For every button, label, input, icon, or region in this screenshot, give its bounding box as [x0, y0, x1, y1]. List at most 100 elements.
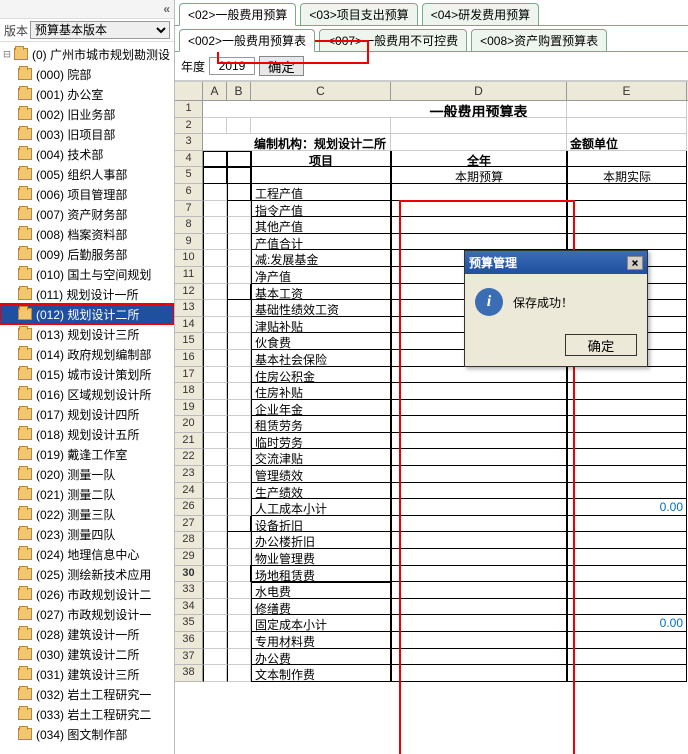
cell[interactable]	[227, 433, 251, 450]
cell[interactable]	[227, 101, 251, 118]
column-header[interactable]: E	[567, 82, 687, 100]
cell[interactable]	[227, 532, 251, 549]
item-name[interactable]: 场地租赁费	[251, 566, 391, 583]
item-name[interactable]: 临时劳务	[251, 433, 391, 450]
tab[interactable]: <002>一般费用预算表	[179, 29, 315, 52]
row-number[interactable]: 37	[175, 649, 203, 666]
tree-item[interactable]: (027) 市政规划设计一	[0, 604, 174, 624]
row-number[interactable]: 30	[175, 566, 203, 583]
item-name[interactable]: 设备折旧	[251, 516, 391, 533]
cell[interactable]	[567, 383, 687, 400]
cell[interactable]	[567, 449, 687, 466]
row-number[interactable]: 4	[175, 151, 203, 168]
tree-item[interactable]: (034) 图文制作部	[0, 724, 174, 744]
item-name[interactable]: 交流津贴	[251, 449, 391, 466]
cell[interactable]	[391, 549, 567, 566]
cell[interactable]	[203, 566, 227, 583]
row-number[interactable]: 7	[175, 201, 203, 218]
tree-item[interactable]: (019) 戴逢工作室	[0, 444, 174, 464]
cell[interactable]	[567, 367, 687, 384]
cell[interactable]	[203, 466, 227, 483]
row-number[interactable]: 28	[175, 532, 203, 549]
cell[interactable]	[567, 632, 687, 649]
tree-item[interactable]: (012) 规划设计二所	[0, 304, 174, 324]
cell[interactable]	[203, 499, 227, 516]
tree-item[interactable]: (006) 项目管理部	[0, 184, 174, 204]
cell[interactable]	[391, 118, 567, 135]
row-number[interactable]: 38	[175, 665, 203, 682]
cell[interactable]	[203, 367, 227, 384]
cell[interactable]	[227, 151, 251, 168]
cell[interactable]	[567, 151, 687, 168]
row-number[interactable]: 9	[175, 234, 203, 251]
row-number[interactable]: 19	[175, 400, 203, 417]
column-header[interactable]: B	[227, 82, 251, 100]
cell[interactable]	[391, 433, 567, 450]
item-name[interactable]: 其他产值	[251, 217, 391, 234]
tree-item[interactable]: (025) 测绘新技术应用	[0, 564, 174, 584]
year-input[interactable]	[209, 57, 255, 75]
column-header[interactable]: A	[203, 82, 227, 100]
org-label[interactable]: 编制机构：规划设计二所	[251, 134, 391, 151]
year-confirm-button[interactable]: 确定	[259, 56, 304, 76]
cell[interactable]	[391, 134, 567, 151]
cell[interactable]	[227, 383, 251, 400]
cell[interactable]	[227, 483, 251, 500]
tree-item[interactable]: (021) 测量二队	[0, 484, 174, 504]
item-name[interactable]: 产值合计	[251, 234, 391, 251]
cell[interactable]	[567, 649, 687, 666]
cell[interactable]	[203, 134, 227, 151]
cell[interactable]	[227, 582, 251, 599]
cell[interactable]	[391, 234, 567, 251]
row-number[interactable]: 13	[175, 300, 203, 317]
cell[interactable]	[203, 184, 227, 201]
dialog-close-button[interactable]: ×	[627, 256, 643, 270]
cell[interactable]	[203, 167, 227, 184]
cell[interactable]	[567, 234, 687, 251]
item-name[interactable]: 伙食费	[251, 333, 391, 350]
item-name[interactable]: 基本社会保险	[251, 350, 391, 367]
cell[interactable]	[227, 317, 251, 334]
row-number[interactable]: 24	[175, 483, 203, 500]
column-header[interactable]: C	[251, 82, 391, 100]
row-number[interactable]: 21	[175, 433, 203, 450]
cell[interactable]	[567, 466, 687, 483]
cell[interactable]	[227, 400, 251, 417]
cell[interactable]	[203, 615, 227, 632]
cell[interactable]	[203, 416, 227, 433]
cell[interactable]	[391, 566, 567, 583]
cell[interactable]	[227, 267, 251, 284]
cell[interactable]	[567, 217, 687, 234]
cell[interactable]	[203, 300, 227, 317]
cell[interactable]	[567, 483, 687, 500]
tree-item[interactable]: (016) 区域规划设计所	[0, 384, 174, 404]
cell[interactable]	[203, 317, 227, 334]
item-name[interactable]: 基本工资	[251, 284, 391, 301]
item-name[interactable]: 指令产值	[251, 201, 391, 218]
cell[interactable]	[203, 549, 227, 566]
row-number[interactable]: 11	[175, 267, 203, 284]
item-name[interactable]: 办公费	[251, 649, 391, 666]
cell[interactable]	[227, 649, 251, 666]
row-number[interactable]: 14	[175, 317, 203, 334]
row-number[interactable]: 36	[175, 632, 203, 649]
cell[interactable]	[203, 118, 227, 135]
item-name[interactable]: 住房公积金	[251, 367, 391, 384]
cell[interactable]	[391, 184, 567, 201]
cell[interactable]	[203, 101, 227, 118]
cell[interactable]	[203, 599, 227, 616]
cell[interactable]	[203, 532, 227, 549]
cell[interactable]	[203, 665, 227, 682]
cell[interactable]	[391, 665, 567, 682]
item-name[interactable]: 水电费	[251, 582, 391, 599]
item-name[interactable]: 企业年金	[251, 400, 391, 417]
cell[interactable]	[567, 532, 687, 549]
cell[interactable]	[567, 433, 687, 450]
cell[interactable]	[567, 400, 687, 417]
cell[interactable]	[391, 615, 567, 632]
category-fixed[interactable]: 固定成本	[227, 516, 251, 533]
cell[interactable]	[567, 582, 687, 599]
tree-item[interactable]: (031) 建筑设计三所	[0, 664, 174, 684]
item-name[interactable]: 办公楼折旧	[251, 532, 391, 549]
item-name[interactable]: 租赁劳务	[251, 416, 391, 433]
